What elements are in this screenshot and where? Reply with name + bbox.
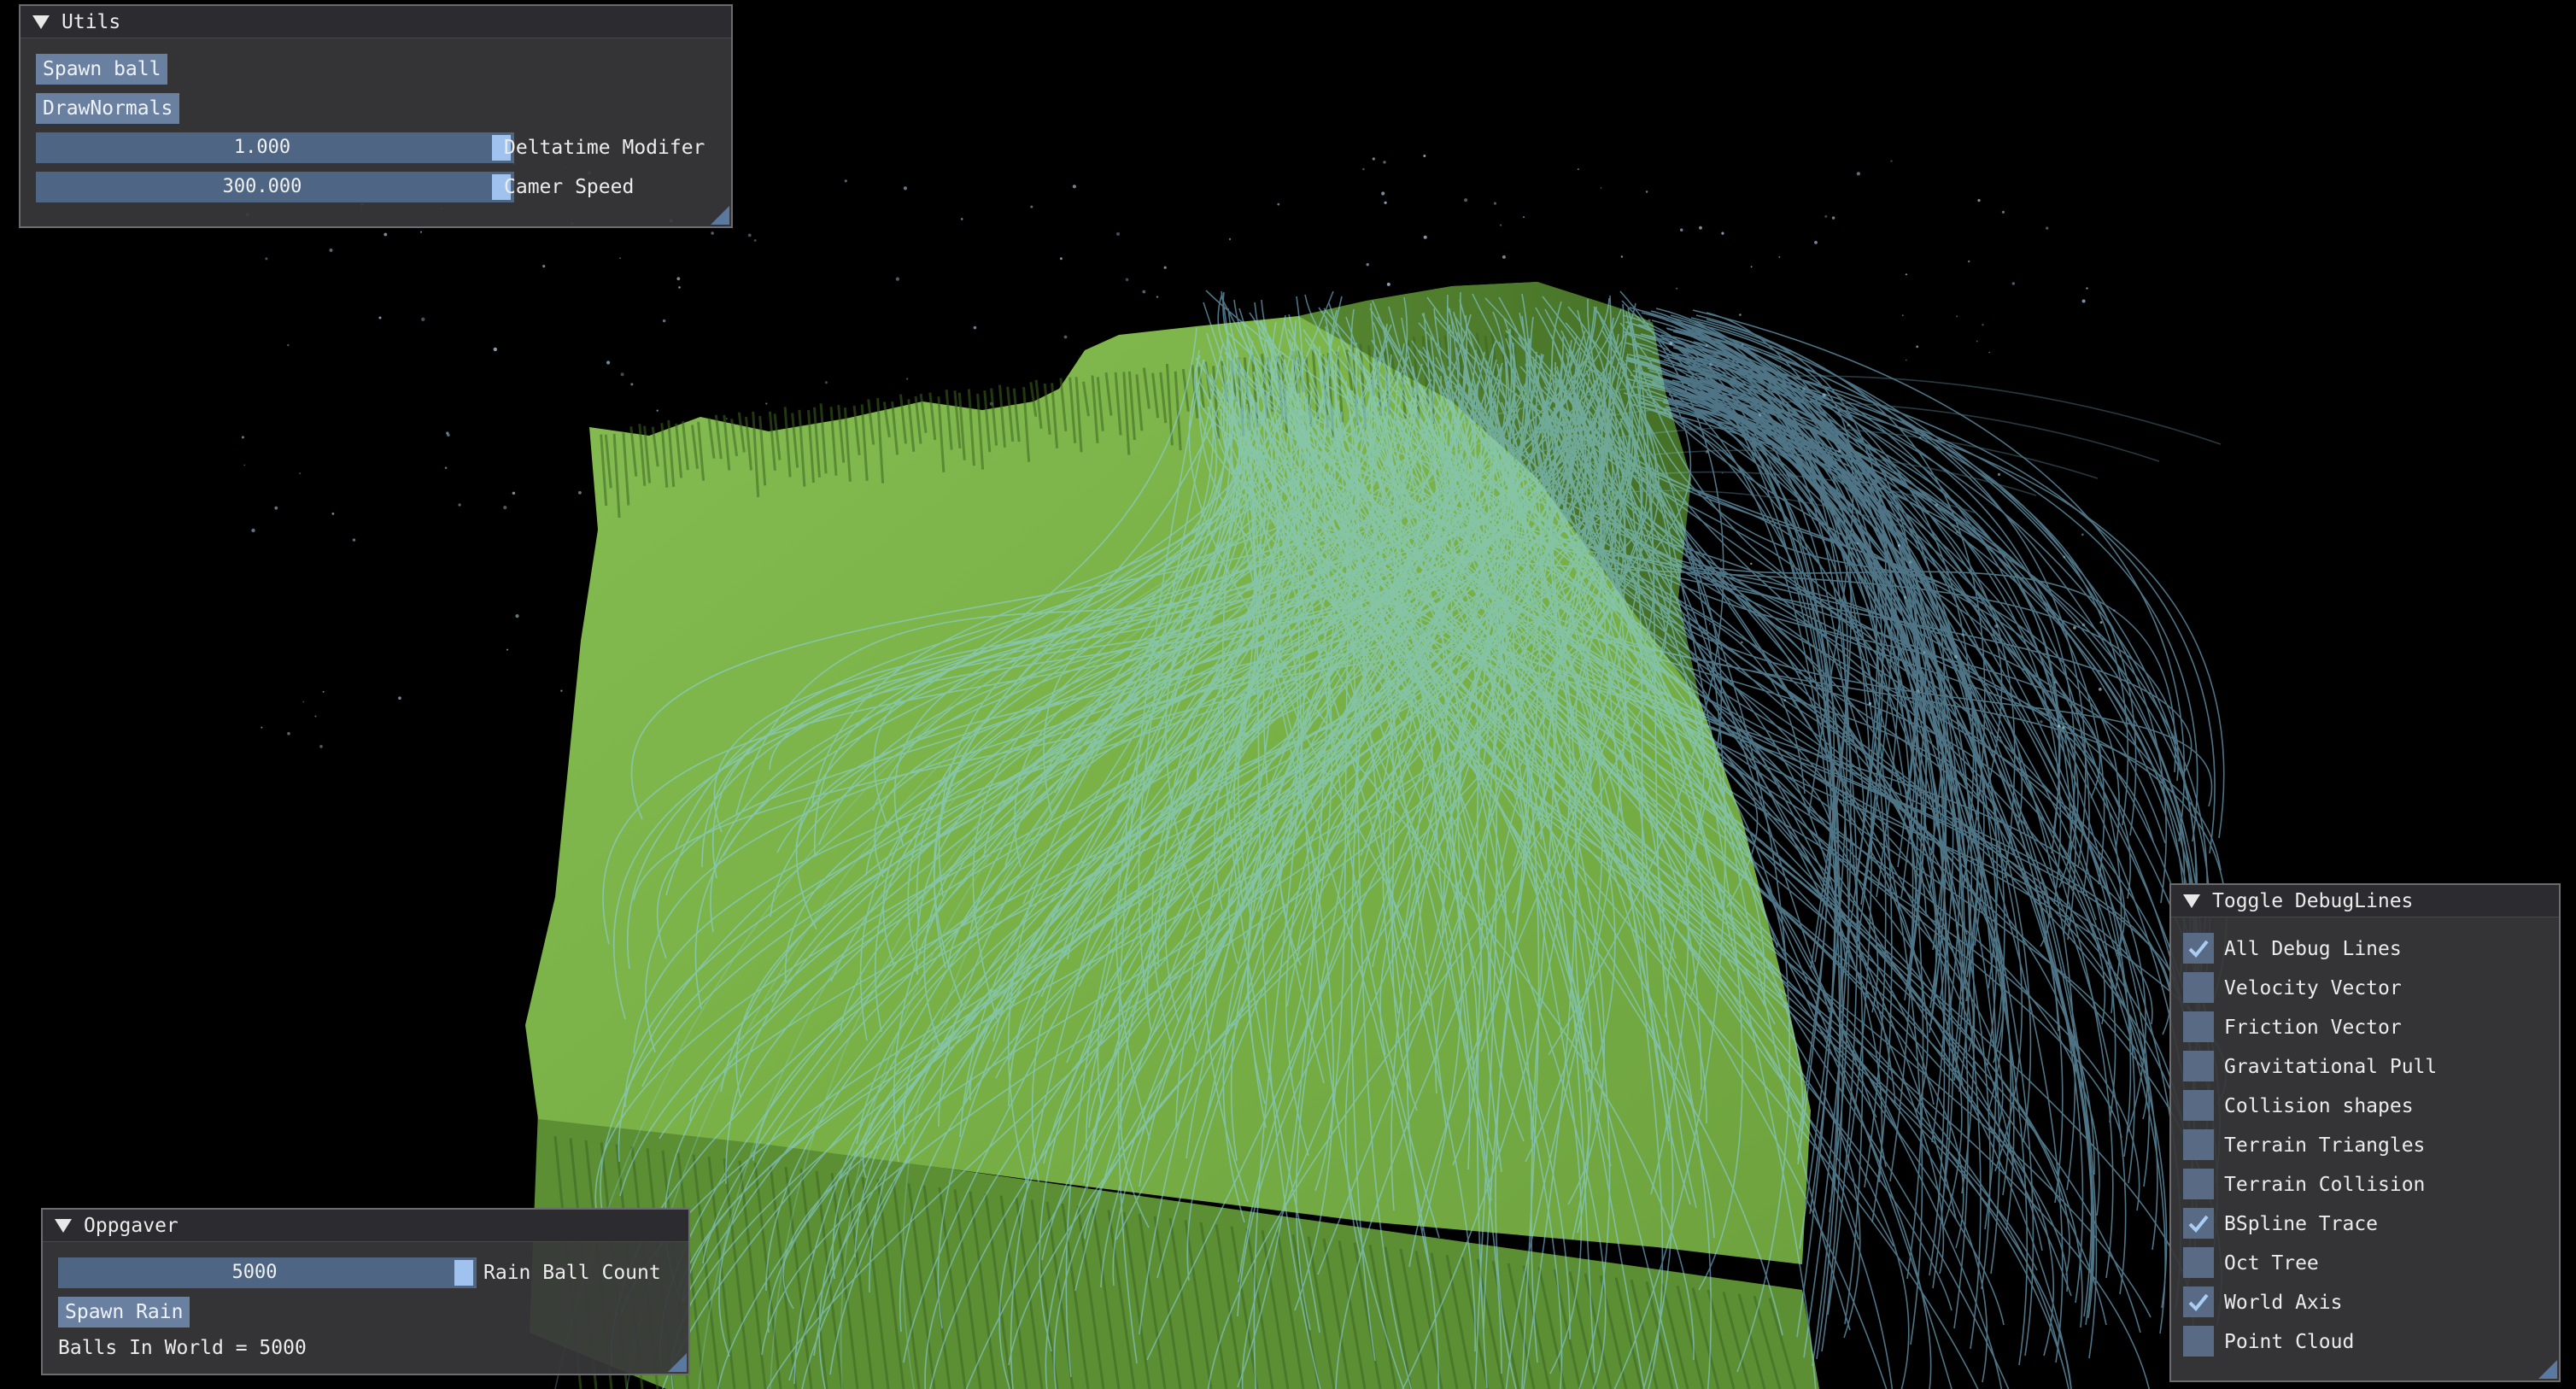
checkbox[interactable] bbox=[2183, 1129, 2214, 1160]
resize-grip[interactable] bbox=[668, 1353, 687, 1372]
debug-toggle-label: World Axis bbox=[2224, 1292, 2343, 1314]
checkbox[interactable] bbox=[2183, 1326, 2214, 1357]
debug-toggle-row[interactable]: Terrain Triangles bbox=[2171, 1129, 2559, 1163]
checkbox[interactable] bbox=[2183, 1051, 2214, 1081]
debug-toggle-row[interactable]: All Debug Lines bbox=[2171, 933, 2559, 967]
debug-toggle-label: Oct Tree bbox=[2224, 1252, 2319, 1275]
debuglines-window: Toggle DebugLines All Debug Lines Velocit… bbox=[2169, 883, 2561, 1382]
checkbox[interactable] bbox=[2183, 1286, 2214, 1317]
debug-toggle-row[interactable]: Gravitational Pull bbox=[2171, 1051, 2559, 1085]
deltatime-slider[interactable]: 1.000 bbox=[36, 132, 514, 163]
collapse-arrow-icon[interactable] bbox=[2183, 894, 2200, 908]
debug-toggle-label: Collision shapes bbox=[2224, 1095, 2414, 1117]
rain-count-label: Rain Ball Count bbox=[483, 1262, 661, 1284]
checkbox[interactable] bbox=[2183, 1208, 2214, 1239]
debug-toggle-label: Terrain Collision bbox=[2224, 1174, 2426, 1196]
rain-count-slider[interactable]: 5000 bbox=[58, 1257, 477, 1288]
resize-grip[interactable] bbox=[2538, 1360, 2557, 1379]
debug-toggle-label: All Debug Lines bbox=[2224, 938, 2402, 960]
checkbox[interactable] bbox=[2183, 1247, 2214, 1278]
oppgaver-titlebar[interactable]: Oppgaver bbox=[43, 1210, 688, 1242]
checkbox[interactable] bbox=[2183, 1011, 2214, 1042]
debug-toggle-row[interactable]: Oct Tree bbox=[2171, 1247, 2559, 1281]
debug-toggle-row[interactable]: Collision shapes bbox=[2171, 1090, 2559, 1124]
debug-toggle-label: Gravitational Pull bbox=[2224, 1056, 2438, 1078]
debug-toggle-row[interactable]: World Axis bbox=[2171, 1286, 2559, 1321]
checkmark-icon bbox=[2188, 1293, 2209, 1311]
utils-titlebar[interactable]: Utils bbox=[20, 6, 731, 38]
camera-speed-slider[interactable]: 300.000 bbox=[36, 172, 514, 202]
debug-toggle-row[interactable]: Velocity Vector bbox=[2171, 972, 2559, 1006]
spawn-rain-button[interactable]: Spawn Rain bbox=[58, 1297, 190, 1327]
camera-speed-value: 300.000 bbox=[222, 176, 302, 197]
debug-toggle-label: BSpline Trace bbox=[2224, 1213, 2379, 1235]
slider-grab[interactable] bbox=[454, 1260, 473, 1286]
debug-toggle-row[interactable]: BSpline Trace bbox=[2171, 1208, 2559, 1242]
debug-toggle-label: Friction Vector bbox=[2224, 1017, 2402, 1039]
rain-count-value: 5000 bbox=[231, 1262, 278, 1283]
utils-title: Utils bbox=[61, 10, 121, 33]
camera-speed-label: Camer Speed bbox=[504, 176, 635, 198]
debug-toggle-label: Point Cloud bbox=[2224, 1331, 2355, 1353]
utils-window: Utils Spawn ball DrawNormals 1.000 Delta… bbox=[19, 4, 733, 228]
draw-normals-button[interactable]: DrawNormals bbox=[36, 93, 180, 124]
checkmark-icon bbox=[2188, 1215, 2209, 1233]
debug-toggle-row[interactable]: Friction Vector bbox=[2171, 1011, 2559, 1046]
debuglines-titlebar[interactable]: Toggle DebugLines bbox=[2171, 885, 2559, 917]
spawn-ball-button[interactable]: Spawn ball bbox=[36, 54, 168, 85]
debug-toggle-row[interactable]: Point Cloud bbox=[2171, 1326, 2559, 1360]
debug-toggle-row[interactable]: Terrain Collision bbox=[2171, 1169, 2559, 1203]
collapse-arrow-icon[interactable] bbox=[55, 1218, 72, 1233]
debuglines-title: Toggle DebugLines bbox=[2212, 889, 2414, 912]
checkmark-icon bbox=[2188, 940, 2209, 958]
deltatime-value: 1.000 bbox=[233, 137, 291, 158]
checkbox[interactable] bbox=[2183, 972, 2214, 1003]
collapse-arrow-icon[interactable] bbox=[32, 15, 50, 29]
checkbox[interactable] bbox=[2183, 1090, 2214, 1121]
checkbox[interactable] bbox=[2183, 1169, 2214, 1199]
debug-toggle-label: Terrain Triangles bbox=[2224, 1134, 2426, 1157]
oppgaver-window: Oppgaver 5000 Rain Ball Count Spawn Rain… bbox=[41, 1208, 690, 1375]
checkbox[interactable] bbox=[2183, 933, 2214, 964]
balls-in-world-text: Balls In World = 5000 bbox=[58, 1337, 307, 1359]
deltatime-label: Deltatime Modifer bbox=[504, 137, 705, 159]
debug-toggle-label: Velocity Vector bbox=[2224, 977, 2402, 999]
oppgaver-title: Oppgaver bbox=[84, 1214, 179, 1237]
resize-grip[interactable] bbox=[711, 206, 729, 225]
